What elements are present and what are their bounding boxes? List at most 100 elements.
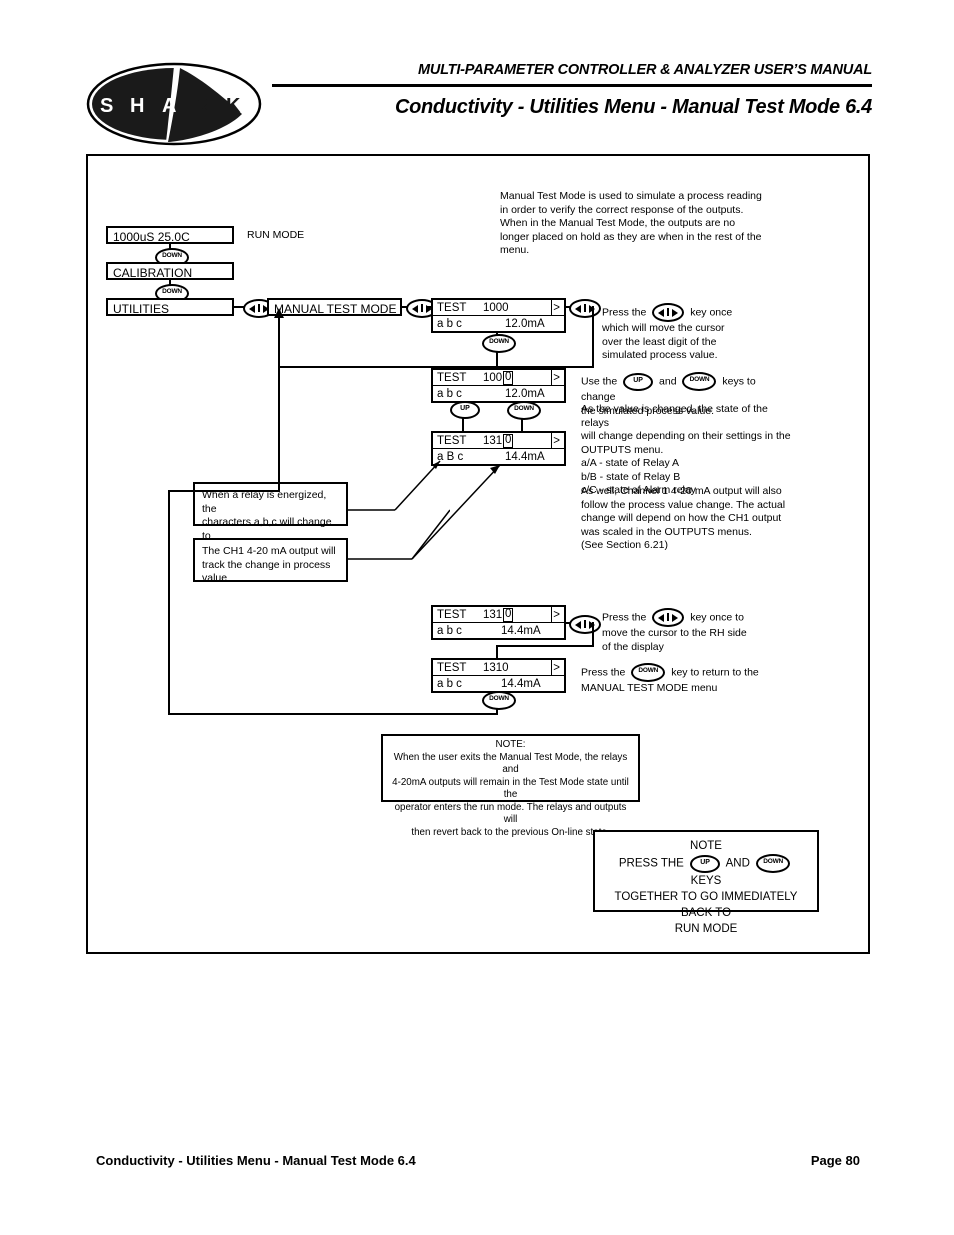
utilities-label: UTILITIES — [113, 302, 170, 316]
ann3-line3: OUTPUTS menu. — [581, 443, 664, 456]
lcd-gt: > — [553, 302, 560, 314]
lcd-display-5: TEST 1310 > a b c 14.4mA — [431, 658, 566, 693]
key-leftright-3[interactable] — [569, 299, 601, 318]
lcd-row-bottom: a b c 14.4mA — [433, 623, 564, 639]
lcd-gt: > — [553, 372, 560, 384]
ann2-pre: Use the — [581, 375, 618, 388]
callout-leader-2 — [411, 464, 501, 560]
note-exit-box: NOTE: When the user exits the Manual Tes… — [381, 734, 640, 838]
lcd-label: TEST — [437, 609, 467, 621]
ann5-line3: of the display — [602, 640, 664, 653]
annotation-ch1-output: As well, Channel 1 4-20 mA output will a… — [581, 485, 796, 553]
lcd-ma: 14.4mA — [501, 678, 541, 690]
shark-logo: SH A RK — [86, 62, 262, 146]
note-exit-title: NOTE: — [495, 739, 526, 750]
key-leftright-4[interactable] — [569, 615, 601, 634]
lcd-label: TEST — [437, 662, 467, 674]
lcd-value: 131 — [483, 609, 503, 621]
left-right-key-icon — [569, 299, 601, 318]
lcd-label: TEST — [437, 372, 467, 384]
ann4-line1: As well, Channel 1 4-20 mA output will a… — [581, 485, 782, 497]
lcd-value: 100 — [483, 372, 503, 384]
run-mode-value: 1000uS 25.0C — [113, 230, 190, 244]
callout-ch1-track: The CH1 4-20 mA output will track the ch… — [193, 538, 348, 584]
run-mode-label: RUN MODE — [247, 229, 305, 241]
menu-item-calibration[interactable]: CALIBRATION — [106, 262, 234, 280]
connector-lr4-left — [496, 645, 593, 647]
down-key-icon: DOWN — [482, 691, 516, 710]
key-down-4[interactable]: DOWN — [507, 401, 541, 420]
left-right-key-icon — [569, 615, 601, 634]
connector-loopback-left — [168, 490, 170, 715]
note-exit-line3: operator enters the run mode. The relays… — [394, 801, 627, 826]
note-runmode-line2: TOGETHER TO GO IMMEDIATELY BACK TO — [614, 891, 798, 919]
menu-item-manual-test-mode[interactable]: MANUAL TEST MODE — [267, 298, 402, 316]
note-runmode-box: NOTE PRESS THE UP AND DOWN KEYS TOGETHER… — [593, 830, 819, 935]
ann3-line5: b/B - state of Relay B — [581, 470, 681, 483]
ann4-line2: follow the process value change. The act… — [581, 498, 786, 511]
lcd-value: 131 — [483, 435, 503, 447]
lcd-display-4: TEST 131 0 > a b c 14.4mA — [431, 605, 566, 640]
lcd-row-top: TEST 1000 > — [433, 300, 564, 316]
arrow-to-mtm — [274, 308, 284, 318]
menu-item-utilities[interactable]: UTILITIES — [106, 298, 234, 316]
svg-text:H: H — [130, 95, 144, 117]
ann5-line2: move the cursor to the RH side — [602, 627, 747, 639]
down-key-icon: DOWN — [482, 334, 516, 353]
key-up-1[interactable]: UP — [450, 401, 480, 419]
lcd-gt: > — [553, 435, 560, 447]
key-down-5[interactable]: DOWN — [482, 691, 516, 710]
annotation-press-lr-2: Press the key once to move the cursor to… — [602, 608, 802, 654]
lcd-cursor-digit: 0 — [503, 434, 514, 448]
lcd-label: TEST — [437, 435, 467, 447]
lcd-row-top: TEST 131 0 > — [433, 607, 564, 623]
page-title: Conductivity - Utilities Menu - Manual T… — [394, 96, 872, 118]
lcd-ma: 14.4mA — [501, 625, 541, 637]
callout2-line2: track the change in process — [202, 558, 331, 571]
ann1-pre: Press the — [602, 306, 647, 319]
lcd-value: 1310 — [483, 662, 509, 674]
lcd-ma: 12.0mA — [505, 388, 545, 400]
ann3-line4: a/A - state of Relay A — [581, 457, 680, 469]
lcd-cursor-digit: 0 — [503, 371, 514, 385]
down-key-icon: DOWN — [682, 372, 717, 391]
lcd-gt: > — [553, 609, 560, 621]
svg-text:A: A — [162, 95, 176, 117]
intro-line-4: longer placed on hold as they are when i… — [500, 230, 762, 243]
ann2-mid: and — [659, 375, 677, 388]
ann3-line2: will change depending on their settings … — [581, 430, 791, 442]
down-key-icon: DOWN — [756, 854, 791, 873]
note-runmode-pre: PRESS THE — [618, 857, 684, 870]
lcd-display-2: TEST 100 0 > a b c 12.0mA — [431, 368, 566, 403]
lcd-row-bottom: a b c 12.0mA — [433, 386, 564, 402]
annotation-press-lr-1: Press the key once which will move the c… — [602, 303, 792, 363]
ann1-post: key once — [690, 306, 733, 319]
ann5-post: key once to — [690, 611, 744, 624]
lcd-value: 1000 — [483, 302, 509, 314]
lcd-row-top: TEST 100 0 > — [433, 370, 564, 386]
connector-loopback-up — [278, 318, 280, 492]
lcd-relays: a b c — [437, 318, 462, 330]
callout-relay-case: When a relay is energized, the character… — [193, 482, 348, 555]
callout1-line1: When a relay is energized, the — [202, 489, 327, 515]
svg-text:R: R — [194, 95, 209, 117]
ann3-line1: As the value is changed, the state of th… — [581, 403, 768, 429]
run-mode-display: 1000uS 25.0C — [106, 226, 234, 244]
ann6-pre: Press the — [581, 666, 626, 679]
ann1-line3: over the least digit of the — [602, 335, 717, 348]
ann5-pre: Press the — [602, 611, 647, 624]
lcd-ma: 12.0mA — [505, 318, 545, 330]
ann1-line4: simulated process value. — [602, 349, 718, 361]
intro-line-1: Manual Test Mode is used to simulate a p… — [500, 190, 762, 202]
down-key-icon: DOWN — [507, 401, 541, 420]
up-key-icon: UP — [690, 854, 721, 873]
connector-loopback-top — [168, 490, 280, 492]
connector-lr3-down — [592, 306, 594, 368]
ann6-line2: MANUAL TEST MODE menu — [581, 682, 718, 694]
lcd-relays: a b c — [437, 388, 462, 400]
lcd-row-bottom: a b c 14.4mA — [433, 676, 564, 692]
key-down-3[interactable]: DOWN — [482, 334, 516, 353]
callout2-line1: The CH1 4-20 mA output will — [202, 545, 336, 557]
lcd-relays: a b c — [437, 678, 462, 690]
note-runmode-mid: AND — [725, 857, 750, 870]
